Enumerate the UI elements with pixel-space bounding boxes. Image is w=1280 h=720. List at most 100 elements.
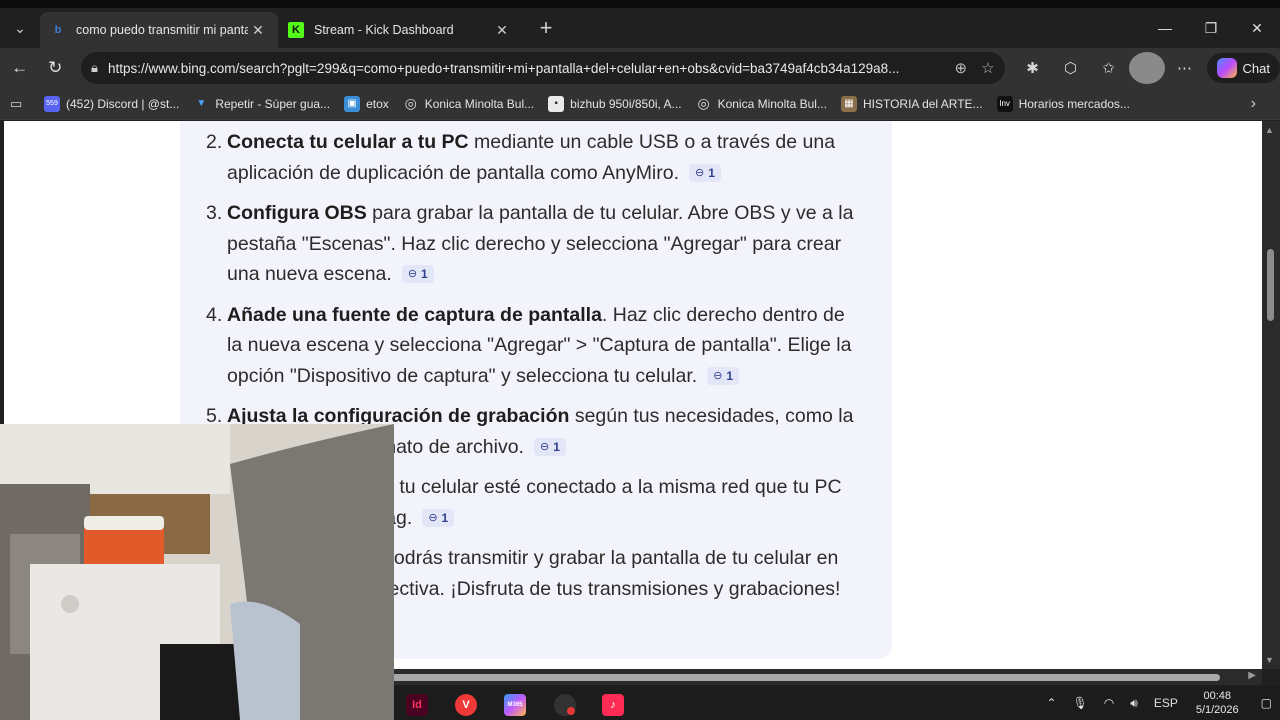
citation-link[interactable]: ⊖ 1 (422, 508, 455, 527)
favorites-icon[interactable]: ✩ (1091, 52, 1127, 84)
bag-icon: ▣ (344, 95, 361, 112)
m365-app-icon[interactable]: M365 (504, 694, 526, 716)
step-number: 4. (206, 303, 223, 326)
bing-icon: b (54, 24, 62, 36)
top-strip (0, 0, 1280, 8)
close-tab-icon[interactable]: ✕ (492, 22, 512, 39)
notifications-icon[interactable]: ▢ (1261, 696, 1272, 710)
refresh-button[interactable]: ↻ (38, 50, 74, 86)
system-tray: ⌃ 🎙︎ ◠ 🔊︎ ESP 00:48 5/1/2026 ▢ (1038, 686, 1280, 720)
doc-icon: ▪ (548, 95, 565, 112)
favorite-konica-1[interactable]: ◎ Konica Minolta Bul... (403, 95, 535, 112)
language-indicator[interactable]: ESP (1154, 696, 1178, 710)
kick-icon: K (288, 22, 304, 38)
extensions-icon[interactable]: ⬡ (1053, 52, 1089, 84)
bookmark-icon: ▼ (196, 98, 207, 109)
date: 5/1/2026 (1195, 704, 1239, 716)
minimize-button[interactable]: — (1142, 8, 1188, 48)
link-icon: ⊖ (407, 268, 418, 280)
chevron-up-icon[interactable]: ⌃ (1046, 696, 1056, 710)
scroll-up-icon[interactable]: ▲ (1265, 125, 1274, 135)
tab-title: Stream - Kick Dashboard (314, 23, 454, 37)
restore-button[interactable]: ❐ (1188, 8, 1234, 48)
globe-icon: ◎ (404, 95, 417, 111)
favorite-bizhub[interactable]: ▪ bizhub 950i/850i, A... (548, 95, 682, 112)
favorite-etox[interactable]: ▣ etox (344, 95, 389, 112)
citation-link[interactable]: ⊖ 1 (689, 163, 721, 182)
scroll-right-icon[interactable]: ▶ (1248, 670, 1256, 681)
chevron-right-icon[interactable]: › (1251, 95, 1256, 113)
back-button[interactable]: ← (2, 50, 38, 86)
citation-link[interactable]: ⊖ 1 (401, 265, 434, 283)
image-icon: ▦ (840, 95, 857, 112)
citation-link[interactable]: ⊖ 1 (707, 366, 740, 385)
clock[interactable]: 00:48 5/1/2026 (1196, 689, 1239, 717)
favorite-label: HISTORIA del ARTE... (862, 96, 983, 111)
collections-icon[interactable]: ▭ (10, 96, 30, 112)
link-icon: ⊖ (695, 166, 705, 179)
copilot-chat-button[interactable]: Chat (1206, 53, 1280, 83)
address-bar[interactable]: 🔒︎ https://www.bing.com/search?pglt=299&… (81, 52, 1005, 84)
globe-icon: ◎ (697, 95, 710, 111)
vivaldi-app-icon[interactable]: V (455, 694, 477, 716)
scroll-down-icon[interactable]: ▼ (1265, 655, 1274, 665)
window-controls: — ❐ ✕ (1142, 8, 1280, 48)
list-item: 4. Añade una fuente de captura de pantal… (204, 300, 864, 392)
chat-label: Chat (1242, 60, 1271, 76)
favorite-horarios[interactable]: Inv Horarios mercados... (996, 95, 1130, 112)
zoom-icon[interactable]: ⊕ (955, 59, 968, 77)
favorite-repetir[interactable]: ▼ Repetir - Súper gua... (193, 96, 330, 112)
wifi-icon[interactable]: ◠ (1104, 696, 1114, 710)
step-heading: Configura OBS (227, 202, 367, 224)
navigation-bar: ← ↻ 🔒︎ https://www.bing.com/search?pglt=… (0, 48, 1280, 88)
vertical-scrollbar[interactable]: ▲ ▼ (1262, 121, 1280, 669)
scroll-thumb[interactable] (1267, 249, 1274, 321)
discord-icon: 559 (44, 95, 60, 112)
favorite-label: Konica Minolta Bul... (424, 96, 535, 111)
extension-puzzle-icon[interactable]: ✱ (1015, 52, 1051, 84)
favorite-historia[interactable]: ▦ HISTORIA del ARTE... (840, 95, 983, 112)
step-number: 3. (206, 202, 223, 224)
citation-link[interactable]: ⊖ 1 (533, 437, 566, 456)
toolbar: ✱ ⬡ ✩ ⋯ (1015, 52, 1203, 84)
close-window-button[interactable]: ✕ (1234, 8, 1280, 48)
tab-kick-dashboard[interactable]: K Stream - Kick Dashboard ✕ (278, 12, 522, 48)
link-icon: ⊖ (428, 511, 438, 524)
tab-title: como puedo transmitir mi pantalla (76, 23, 248, 37)
link-icon: ⊖ (539, 440, 550, 453)
indesign-app-icon[interactable]: Id (406, 694, 428, 716)
volume-icon[interactable]: 🔊︎ (1130, 696, 1138, 711)
close-tab-icon[interactable]: ✕ (248, 22, 268, 39)
webcam-feed-image (0, 424, 394, 720)
step-heading: Añade una fuente de captura de pantalla (227, 303, 602, 326)
list-item: 2. Conecta tu celular a tu PC mediante u… (204, 127, 864, 188)
tiktok-app-icon[interactable]: ♪ (602, 694, 624, 716)
lock-icon[interactable]: 🔒︎ (91, 60, 98, 76)
favorite-label: Horarios mercados... (1018, 96, 1130, 111)
favorite-label: (452) Discord | @st... (66, 96, 180, 111)
list-item: 3. Configura OBS para grabar la pantalla… (204, 198, 864, 290)
tab-actions-menu[interactable]: ⌄ (0, 8, 40, 48)
inv-icon: Inv (996, 95, 1013, 112)
favorite-star-icon[interactable]: ☆ (981, 59, 994, 77)
more-menu-icon[interactable]: ⋯ (1167, 52, 1203, 84)
microphone-icon[interactable]: 🎙︎ (1073, 696, 1088, 710)
obs-app-icon[interactable] (554, 694, 576, 716)
link-icon: ⊖ (713, 369, 723, 382)
favorite-label: bizhub 950i/850i, A... (570, 96, 682, 111)
favorite-discord[interactable]: 559 (452) Discord | @st... (44, 95, 180, 112)
tab-bar: ⌄ b como puedo transmitir mi pantalla ✕ … (0, 8, 1280, 48)
webcam-overlay (0, 424, 394, 720)
tab-bing-search[interactable]: b como puedo transmitir mi pantalla ✕ (40, 12, 278, 48)
profile-button[interactable] (1128, 52, 1165, 84)
scroll-thumb[interactable] (390, 674, 1220, 681)
favorites-bar: ▭ 559 (452) Discord | @st... ▼ Repetir -… (0, 88, 1280, 120)
url-text[interactable]: https://www.bing.com/search?pglt=299&q=c… (108, 61, 955, 76)
favorite-label: etox (366, 96, 389, 111)
favorite-label: Konica Minolta Bul... (717, 96, 827, 111)
step-number: 2. (206, 131, 223, 153)
favorite-konica-2[interactable]: ◎ Konica Minolta Bul... (696, 95, 827, 112)
step-heading: Conecta tu celular a tu PC (227, 131, 469, 153)
new-tab-button[interactable]: + (528, 10, 564, 46)
time: 00:48 (1203, 690, 1231, 702)
